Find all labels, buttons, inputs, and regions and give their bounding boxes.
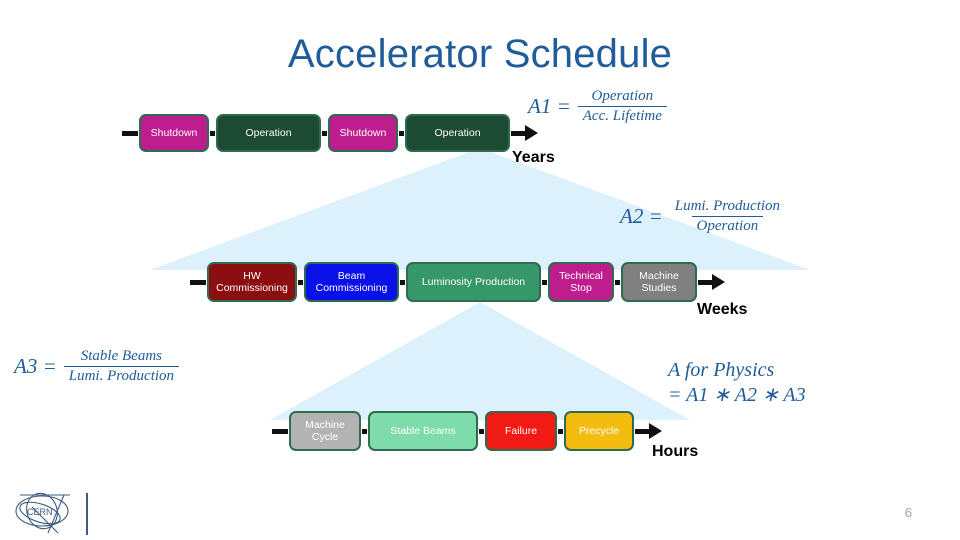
- formula-a1-fraction: Operation Acc. Lifetime: [577, 88, 667, 125]
- weeks-row: HW Commissioning Beam Commissioning Lumi…: [190, 262, 725, 302]
- box-failure[interactable]: Failure: [485, 411, 557, 451]
- box-stable-beams[interactable]: Stable Beams: [368, 411, 478, 451]
- formula-a3-fraction: Stable Beams Lumi. Production: [63, 348, 180, 385]
- formula-a2: A2 = Lumi. Production Operation: [620, 198, 785, 235]
- box-label: Machine Cycle: [305, 418, 345, 443]
- box-connector: [615, 279, 620, 285]
- row-start-stub: [190, 279, 206, 285]
- formula-a3-denominator: Lumi. Production: [63, 366, 180, 385]
- box-machine-studies[interactable]: Machine Studies: [621, 262, 697, 302]
- formula-a3-lhs: A3 =: [14, 354, 57, 378]
- box-label: Stable Beams: [390, 424, 456, 437]
- page-title: Accelerator Schedule: [287, 32, 673, 76]
- formula-a2-fraction: Lumi. Production Operation: [670, 198, 785, 235]
- box-label: Operation: [434, 126, 481, 139]
- box-shutdown-1[interactable]: Shutdown: [139, 114, 209, 152]
- formula-a1-lhs: A1 =: [528, 94, 571, 118]
- formula-a2-denominator: Operation: [691, 216, 764, 235]
- box-connector: [479, 428, 484, 434]
- box-connector: [322, 130, 327, 136]
- scale-label-years: Years: [512, 149, 555, 166]
- page-number: 6: [904, 505, 912, 520]
- formula-a2-lhs: A2 =: [620, 204, 663, 228]
- formula-a1-numerator: Operation: [591, 88, 654, 104]
- box-label: HW Commissioning: [216, 269, 288, 294]
- box-machine-cycle[interactable]: Machine Cycle: [289, 411, 361, 451]
- box-connector: [399, 130, 404, 136]
- box-label: Precycle: [578, 424, 620, 437]
- row-start-stub: [122, 130, 138, 136]
- box-hw-commissioning[interactable]: HW Commissioning: [207, 262, 297, 302]
- hours-row: Machine Cycle Stable Beams Failure Precy…: [272, 411, 662, 451]
- formula-a3: A3 = Stable Beams Lumi. Production: [14, 348, 180, 385]
- box-luminosity-production[interactable]: Luminosity Production: [406, 262, 541, 302]
- formula-physics-line2: = A1 ∗ A2 ∗ A3: [668, 384, 806, 406]
- formula-physics-line1: A for Physics: [668, 359, 775, 381]
- scale-label-hours: Hours: [652, 443, 699, 460]
- box-label: Operation: [245, 126, 292, 139]
- row-end-arrow-icon: [635, 423, 662, 439]
- box-precycle[interactable]: Precycle: [564, 411, 634, 451]
- box-label: Failure: [504, 424, 538, 437]
- formula-a1: A1 = Operation Acc. Lifetime: [528, 88, 667, 125]
- box-shutdown-2[interactable]: Shutdown: [328, 114, 398, 152]
- formula-a1-denominator: Acc. Lifetime: [577, 106, 667, 125]
- box-label: Technical Stop: [559, 269, 603, 294]
- row-start-stub: [272, 428, 288, 434]
- row-end-arrow-icon: [698, 274, 725, 290]
- footer-divider: [86, 493, 88, 535]
- slide-canvas: Accelerator Schedule Shutdown Operation …: [0, 0, 960, 540]
- funnel-weeks-to-hours: [270, 302, 690, 420]
- years-row: Shutdown Operation Shutdown Operation: [122, 114, 538, 152]
- box-label: Luminosity Production: [421, 275, 526, 288]
- box-connector: [298, 279, 303, 285]
- box-connector: [362, 428, 367, 434]
- formula-a-for-physics: A for Physics = A1 ∗ A2 ∗ A3: [668, 358, 806, 408]
- box-label: Shutdown: [339, 126, 387, 139]
- formula-a3-numerator: Stable Beams: [80, 348, 162, 364]
- box-label: Shutdown: [150, 126, 198, 139]
- box-label: Machine Studies: [639, 269, 679, 294]
- box-technical-stop[interactable]: Technical Stop: [548, 262, 614, 302]
- cern-logo-text: CERN: [27, 507, 53, 517]
- box-label: Beam Commissioning: [315, 269, 388, 294]
- cern-logo-icon: CERN: [15, 492, 70, 534]
- box-operation-2[interactable]: Operation: [405, 114, 510, 152]
- box-connector: [558, 428, 563, 434]
- box-connector: [210, 130, 215, 136]
- box-connector: [542, 279, 547, 285]
- row-end-arrow-icon: [511, 125, 538, 141]
- box-connector: [400, 279, 405, 285]
- formula-a2-numerator: Lumi. Production: [674, 198, 781, 214]
- scale-label-weeks: Weeks: [697, 301, 748, 318]
- box-beam-commissioning[interactable]: Beam Commissioning: [304, 262, 399, 302]
- box-operation-1[interactable]: Operation: [216, 114, 321, 152]
